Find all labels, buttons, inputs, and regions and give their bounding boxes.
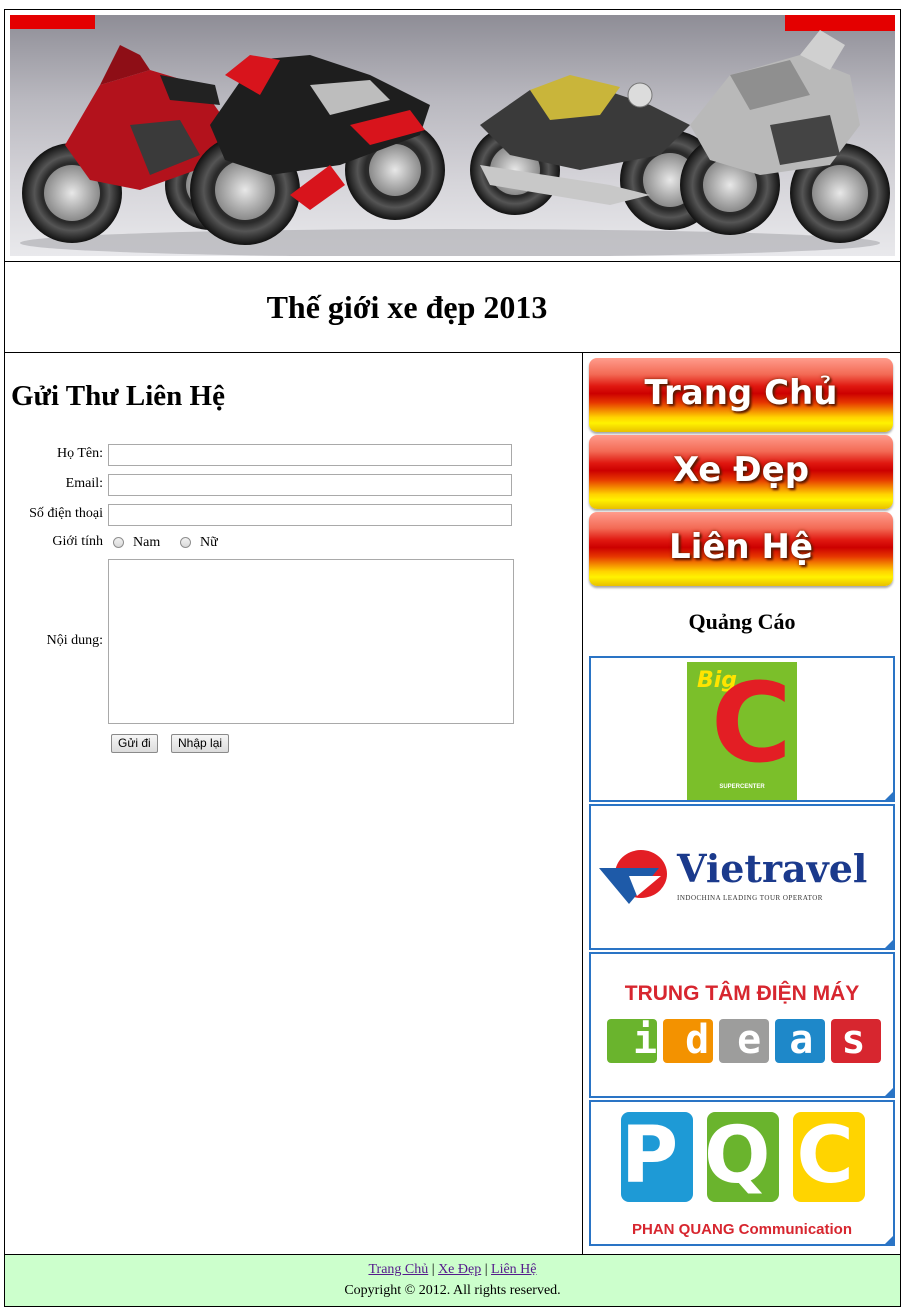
header-banner xyxy=(4,9,901,262)
name-label: Họ Tên: xyxy=(56,446,103,461)
bigc-logo: Big C SUPERCENTER xyxy=(687,662,797,800)
page-heading: Gửi Thư Liên Hệ xyxy=(11,380,225,412)
reset-button[interactable]: Nhập lại xyxy=(171,734,230,753)
gender-radio-male[interactable] xyxy=(113,537,124,548)
footer-separator: | xyxy=(431,1262,435,1277)
site-title: Thế giới xe đẹp 2013 xyxy=(266,289,548,325)
content-label: Nội dung: xyxy=(46,633,103,648)
nav-button-home-label: Trang Chủ xyxy=(644,373,838,413)
copyright-text: Copyright © 2012. All rights reserved. xyxy=(344,1283,561,1298)
vietravel-logo-text: Vietravel xyxy=(677,846,868,891)
ad-vietravel[interactable]: Vietravel INDOCHINA LEADING TOUR OPERATO… xyxy=(589,804,895,950)
nav-button-contact-label: Liên Hệ xyxy=(669,527,813,567)
nav-button-bikes[interactable]: Xe Đẹp xyxy=(589,435,893,509)
email-input[interactable] xyxy=(108,474,512,496)
sidebar: Trang Chủ Xe Đẹp Liên Hệ Quảng Cáo Big C… xyxy=(583,352,901,1254)
motorcycles-banner-image xyxy=(10,15,895,256)
bigc-logo-c: C xyxy=(711,659,792,787)
ad-bigc[interactable]: Big C SUPERCENTER xyxy=(589,656,895,802)
submit-button[interactable]: Gửi đi xyxy=(111,734,158,753)
nav-button-contact[interactable]: Liên Hệ xyxy=(589,512,893,586)
ideas-heading: TRUNG TÂM ĐIỆN MÁY xyxy=(624,982,860,1005)
email-label: Email: xyxy=(65,476,103,491)
bigc-logo-sub: SUPERCENTER xyxy=(719,784,765,790)
name-input[interactable] xyxy=(108,444,512,466)
main-column: Gửi Thư Liên Hệ Họ Tên: Email: Số điện t… xyxy=(5,352,583,1254)
phone-input[interactable] xyxy=(108,504,512,526)
nav-button-bikes-label: Xe Đẹp xyxy=(672,450,810,490)
content-textarea[interactable] xyxy=(108,559,514,724)
footer-link-contact[interactable]: Liên Hệ xyxy=(491,1262,536,1277)
gender-female-label: Nữ xyxy=(200,535,218,550)
gender-radio-female[interactable] xyxy=(180,537,191,548)
gender-male-label: Nam xyxy=(133,535,161,550)
motorcycles-illustration xyxy=(20,30,890,256)
footer-link-home[interactable]: Trang Chủ xyxy=(368,1262,428,1277)
footer: Trang Chủ | Xe Đẹp | Liên Hệ Copyright ©… xyxy=(4,1254,901,1307)
vietravel-tagline: INDOCHINA LEADING TOUR OPERATOR xyxy=(677,894,823,902)
ideas-logo-text: ideas xyxy=(633,1017,894,1063)
pqc-tagline: PHAN QUANG Communication xyxy=(631,1221,852,1238)
ideas-logo: ideas xyxy=(607,1017,894,1063)
phone-label: Số điện thoại xyxy=(29,506,103,521)
ad-ideas[interactable]: TRUNG TÂM ĐIỆN MÁY ideas xyxy=(589,952,895,1098)
footer-link-bikes[interactable]: Xe Đẹp xyxy=(438,1262,481,1277)
nav-button-home[interactable]: Trang Chủ xyxy=(589,358,893,432)
title-section: Thế giới xe đẹp 2013 xyxy=(4,261,901,353)
ads-heading: Quảng Cáo xyxy=(688,609,796,634)
vietravel-logo-icon xyxy=(599,850,667,904)
gender-label: Giới tính xyxy=(52,534,103,549)
pqc-logo-text: PQC xyxy=(621,1111,880,1201)
content-section: Gửi Thư Liên Hệ Họ Tên: Email: Số điện t… xyxy=(4,352,901,1255)
footer-links: Trang Chủ | Xe Đẹp | Liên Hệ xyxy=(5,1262,900,1278)
ad-pqc[interactable]: PQC PHAN QUANG Communication xyxy=(589,1100,895,1246)
footer-separator: | xyxy=(484,1262,488,1277)
